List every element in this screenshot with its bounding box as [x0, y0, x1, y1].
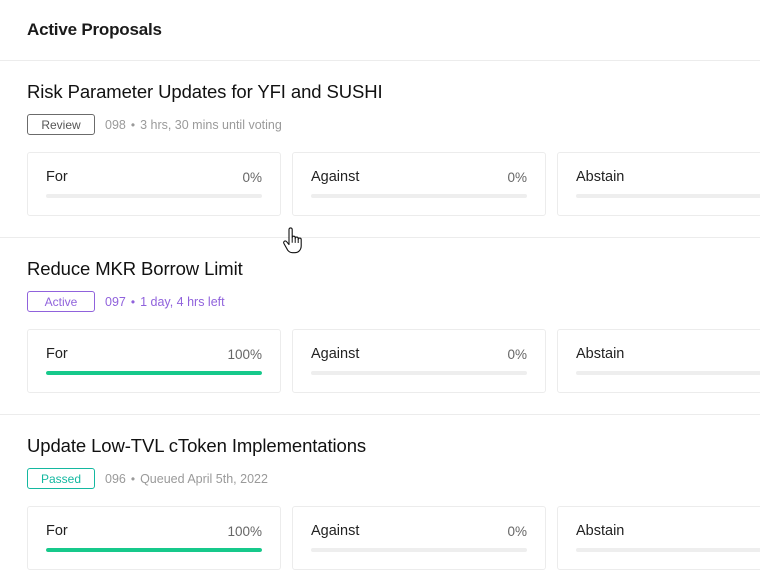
vote-progress-track: [311, 194, 527, 198]
vote-progress-track: [46, 194, 262, 198]
vote-abstain-card: Abstain: [557, 506, 760, 570]
proposal-status-text: Queued April 5th, 2022: [140, 471, 268, 486]
vote-label: Against: [311, 523, 360, 539]
vote-progress-track: [576, 548, 760, 552]
proposal-title[interactable]: Risk Parameter Updates for YFI and SUSHI: [27, 81, 383, 103]
vote-progress-track: [46, 371, 262, 375]
vote-for-card: For 0%: [27, 152, 281, 216]
vote-progress-track: [576, 194, 760, 198]
vote-abstain-card: Abstain: [557, 329, 760, 393]
meta-separator: •: [130, 294, 136, 309]
vote-percent: 100%: [227, 347, 262, 362]
vote-label: Abstain: [576, 346, 625, 362]
vote-for-card: For 100%: [27, 329, 281, 393]
proposal-meta: Review 098 • 3 hrs, 30 mins until voting: [27, 114, 282, 135]
vote-for-card: For 100%: [27, 506, 281, 570]
proposal-meta: Passed 096 • Queued April 5th, 2022: [27, 468, 268, 489]
vote-percent: 0%: [507, 170, 527, 185]
vote-percent: 0%: [507, 524, 527, 539]
status-badge: Active: [27, 291, 95, 312]
proposal-title[interactable]: Update Low-TVL cToken Implementations: [27, 435, 366, 457]
proposal-status-text: 1 day, 4 hrs left: [140, 294, 225, 309]
vote-against-card: Against 0%: [292, 329, 546, 393]
proposal-id: 096: [105, 471, 126, 486]
vote-progress-track: [46, 548, 262, 552]
page-title: Active Proposals: [27, 20, 162, 39]
vote-against-card: Against 0%: [292, 152, 546, 216]
vote-label: For: [46, 346, 68, 362]
vote-label: Abstain: [576, 523, 625, 539]
vote-label: Abstain: [576, 169, 625, 185]
proposal-meta: Active 097 • 1 day, 4 hrs left: [27, 291, 225, 312]
vote-percent: 0%: [507, 347, 527, 362]
proposal-title[interactable]: Reduce MKR Borrow Limit: [27, 258, 243, 280]
vote-against-card: Against 0%: [292, 506, 546, 570]
proposal-status-text: 3 hrs, 30 mins until voting: [140, 117, 282, 132]
vote-percent: 0%: [242, 170, 262, 185]
vote-progress-track: [311, 548, 527, 552]
vote-label: Against: [311, 169, 360, 185]
vote-progress-fill: [46, 548, 262, 552]
proposal-id: 097: [105, 294, 126, 309]
proposal-id: 098: [105, 117, 126, 132]
vote-percent: 100%: [227, 524, 262, 539]
proposal-card[interactable]: Risk Parameter Updates for YFI and SUSHI…: [0, 61, 760, 238]
proposals-page: Active Proposals Risk Parameter Updates …: [0, 0, 760, 570]
vote-progress-track: [311, 371, 527, 375]
vote-progress-fill: [46, 371, 262, 375]
meta-separator: •: [130, 117, 136, 132]
vote-label: Against: [311, 346, 360, 362]
hand-pointer-icon: [283, 227, 302, 254]
vote-summary: For 100% Against 0% Abstain: [27, 506, 760, 570]
vote-summary: For 0% Against 0% Abstain: [27, 152, 760, 216]
vote-progress-track: [576, 371, 760, 375]
vote-abstain-card: Abstain: [557, 152, 760, 216]
proposal-card[interactable]: Update Low-TVL cToken Implementations Pa…: [0, 415, 760, 570]
proposal-card[interactable]: Reduce MKR Borrow Limit Active 097 • 1 d…: [0, 238, 760, 415]
page-header: Active Proposals: [0, 0, 760, 61]
meta-separator: •: [130, 471, 136, 486]
vote-summary: For 100% Against 0% Abstain: [27, 329, 760, 393]
status-badge: Passed: [27, 468, 95, 489]
vote-label: For: [46, 523, 68, 539]
vote-label: For: [46, 169, 68, 185]
status-badge: Review: [27, 114, 95, 135]
